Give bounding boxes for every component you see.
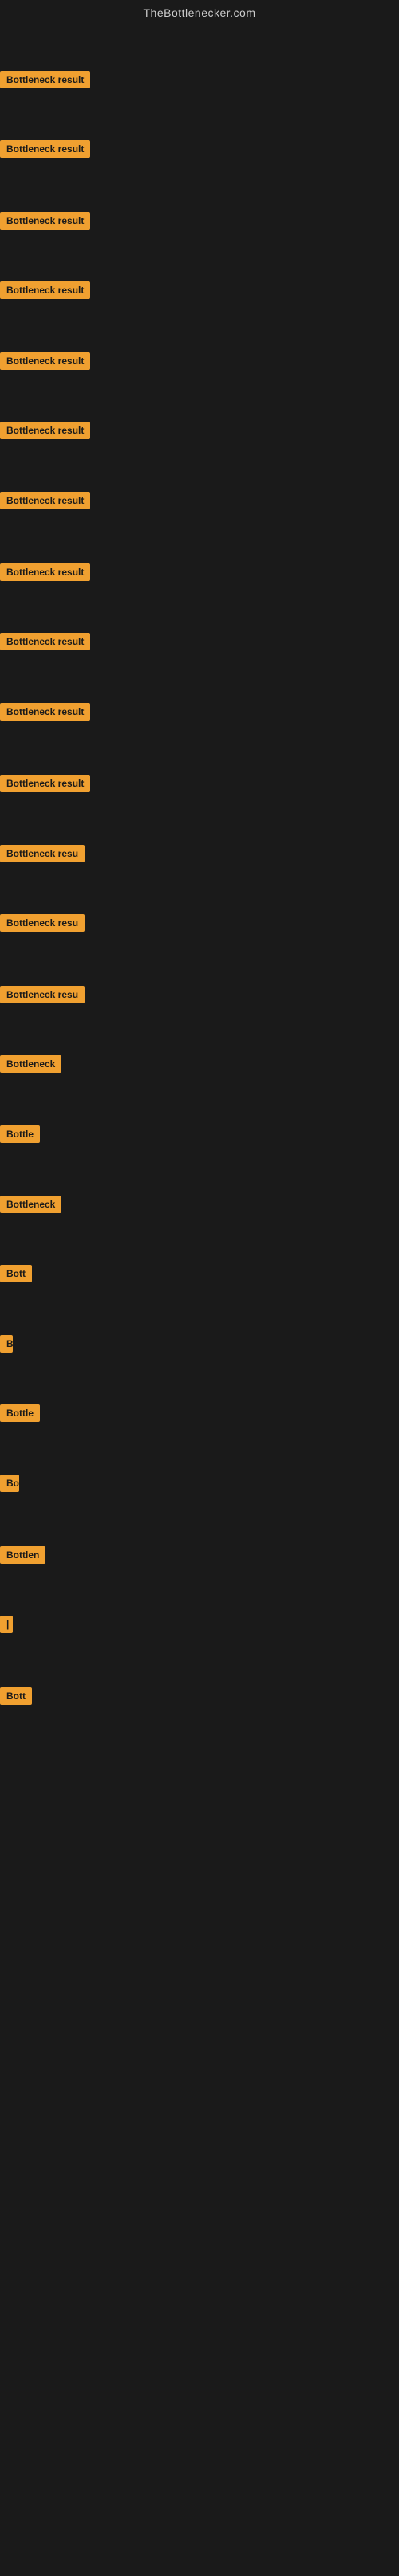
bottleneck-result-badge[interactable]: Bottleneck resu — [0, 914, 85, 932]
bottleneck-result-badge[interactable]: Bottleneck result — [0, 703, 90, 721]
badge-row-19: B — [0, 1335, 13, 1357]
badge-row-12: Bottleneck resu — [0, 845, 85, 866]
bottleneck-result-badge[interactable]: Bottleneck result — [0, 140, 90, 158]
bottleneck-result-badge[interactable]: Bottleneck resu — [0, 845, 85, 862]
badge-row-6: Bottleneck result — [0, 422, 90, 443]
bottleneck-result-badge[interactable]: Bottleneck result — [0, 633, 90, 650]
bottleneck-result-badge[interactable]: Bottleneck result — [0, 352, 90, 370]
bottleneck-result-badge[interactable]: Bottlen — [0, 1546, 45, 1564]
badge-row-7: Bottleneck result — [0, 492, 90, 513]
badge-row-3: Bottleneck result — [0, 212, 90, 234]
bottleneck-result-badge[interactable]: Bottle — [0, 1125, 40, 1143]
badge-row-22: Bottlen — [0, 1546, 45, 1568]
badge-row-4: Bottleneck result — [0, 281, 90, 303]
bottleneck-result-badge[interactable]: Bottleneck result — [0, 422, 90, 439]
badge-row-5: Bottleneck result — [0, 352, 90, 374]
badge-row-21: Bo — [0, 1475, 19, 1496]
bottleneck-result-badge[interactable]: Bottleneck result — [0, 564, 90, 581]
badge-row-24: Bott — [0, 1687, 32, 1709]
bottleneck-result-badge[interactable]: Bottleneck result — [0, 71, 90, 88]
bottleneck-result-badge[interactable]: Bottleneck result — [0, 492, 90, 509]
badge-row-13: Bottleneck resu — [0, 914, 85, 936]
bottleneck-result-badge[interactable]: Bottleneck resu — [0, 986, 85, 1003]
badge-row-20: Bottle — [0, 1404, 40, 1426]
badge-row-17: Bottleneck — [0, 1196, 61, 1217]
bottleneck-result-badge[interactable]: Bott — [0, 1265, 32, 1282]
bottleneck-result-badge[interactable]: Bottle — [0, 1404, 40, 1422]
bottleneck-result-badge[interactable]: Bott — [0, 1687, 32, 1705]
bottleneck-result-badge[interactable]: Bottleneck — [0, 1055, 61, 1073]
bottleneck-result-badge[interactable]: Bo — [0, 1475, 19, 1492]
bottleneck-result-badge[interactable]: Bottleneck — [0, 1196, 61, 1213]
bottleneck-result-badge[interactable]: | — [0, 1616, 13, 1633]
bottleneck-result-badge[interactable]: Bottleneck result — [0, 775, 90, 792]
bottleneck-result-badge[interactable]: Bottleneck result — [0, 212, 90, 230]
bottleneck-result-badge[interactable]: B — [0, 1335, 13, 1353]
badge-row-2: Bottleneck result — [0, 140, 90, 162]
badge-row-18: Bott — [0, 1265, 32, 1286]
badge-row-15: Bottleneck — [0, 1055, 61, 1077]
badge-row-9: Bottleneck result — [0, 633, 90, 654]
bottleneck-result-badge[interactable]: Bottleneck result — [0, 281, 90, 299]
badge-row-10: Bottleneck result — [0, 703, 90, 724]
badge-row-14: Bottleneck resu — [0, 986, 85, 1007]
site-title: TheBottlenecker.com — [0, 0, 399, 26]
badge-row-16: Bottle — [0, 1125, 40, 1147]
badge-row-1: Bottleneck result — [0, 71, 90, 92]
badge-row-8: Bottleneck result — [0, 564, 90, 585]
badge-row-11: Bottleneck result — [0, 775, 90, 796]
badge-row-23: | — [0, 1616, 13, 1637]
